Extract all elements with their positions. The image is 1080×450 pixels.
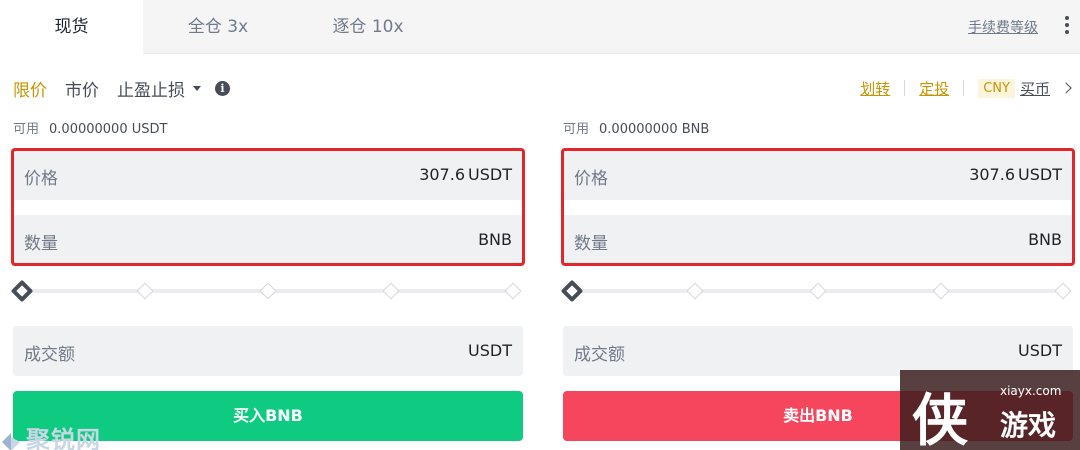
slider-handle[interactable] [560,279,584,303]
order-type-market[interactable]: 市价 [65,76,99,101]
sell-total-input[interactable]: 成交额 USDT [563,326,1073,376]
buy-amount-slider[interactable] [10,279,523,303]
available-label: 可用 [13,122,40,137]
buy-total-input[interactable]: 成交额 USDT [13,326,523,376]
sell-price-input[interactable]: 价格 307.6 USDT [563,150,1073,200]
sell-available: 可用 0.00000000 BNB [563,120,1073,140]
sell-panel: 可用 0.00000000 BNB 价格 307.6 USDT 数量 BNB 成交… [560,120,1075,441]
available-value: 0.00000000 BNB [599,122,710,137]
quantity-label: 数量 [24,234,58,254]
slider-mark-50[interactable] [259,282,277,300]
quantity-unit: BNB [478,230,512,249]
buy-crypto-link[interactable]: 买币 [1020,78,1050,99]
slider-mark-100[interactable] [1054,282,1072,300]
watermark-text: 游戏 [1000,409,1057,442]
order-type-stop-limit[interactable]: 止盈止损 [117,76,185,101]
divider [904,80,906,96]
tab-isolated-margin[interactable]: 逐仓 10x [293,0,443,54]
price-label: 价格 [24,169,58,189]
chevron-right-icon[interactable] [1060,82,1072,94]
fee-level-link[interactable]: 手续费等级 [968,17,1038,37]
price-unit: USDT [468,165,512,184]
slider-mark-75[interactable] [382,282,400,300]
slider-mark-50[interactable] [809,282,827,300]
buy-panel: 可用 0.00000000 USDT 价格 307.6 USDT 数量 BNB 成… [10,120,525,441]
available-label: 可用 [563,122,590,137]
watermark-left: 聚锐网 [0,420,101,450]
sell-quantity-input[interactable]: 数量 BNB [563,215,1073,265]
slider-handle[interactable] [10,279,34,303]
trade-type-tabs: 现货 全仓 3x 逐仓 10x 手续费等级 [0,0,1080,55]
price-value[interactable]: 307.6 [969,165,1015,184]
total-label: 成交额 [24,345,75,365]
order-type-selector: 限价 市价 止盈止损 i [13,76,230,101]
watermark-logo-icon [2,432,20,450]
divider [963,80,965,96]
price-label: 价格 [574,169,608,189]
account-links: 划转 定投 CNY 买币 [860,76,1072,100]
price-unit: USDT [1018,165,1062,184]
info-icon[interactable]: i [215,80,230,96]
total-label: 成交额 [574,345,625,365]
buy-available: 可用 0.00000000 USDT [13,120,523,140]
slider-mark-25[interactable] [686,282,704,300]
quantity-unit: BNB [1028,230,1062,249]
quantity-label: 数量 [574,234,608,254]
buy-quantity-input[interactable]: 数量 BNB [13,215,523,265]
more-vertical-icon[interactable] [1062,14,1072,38]
watermark-logo-char: 侠 [912,388,968,450]
tab-cross-margin[interactable]: 全仓 3x [143,0,293,54]
watermark-left-text: 聚锐网 [26,425,101,450]
price-value[interactable]: 307.6 [419,165,465,184]
total-unit: USDT [468,341,512,360]
slider-mark-75[interactable] [932,282,950,300]
tab-spot[interactable]: 现货 [0,0,143,55]
order-type-limit[interactable]: 限价 [13,76,47,101]
auto-invest-link[interactable]: 定投 [919,78,949,99]
watermark-url: xiayx.com [1000,384,1062,398]
currency-badge[interactable]: CNY [978,78,1015,98]
available-value: 0.00000000 USDT [49,122,168,137]
slider-mark-25[interactable] [136,282,154,300]
buy-price-input[interactable]: 价格 307.6 USDT [13,150,523,200]
total-unit: USDT [1018,341,1062,360]
watermark-right: 侠 xiayx.com 游戏 [900,370,1080,450]
chevron-down-icon[interactable] [193,85,201,91]
slider-mark-100[interactable] [504,282,522,300]
sell-amount-slider[interactable] [560,279,1073,303]
transfer-link[interactable]: 划转 [860,78,890,99]
